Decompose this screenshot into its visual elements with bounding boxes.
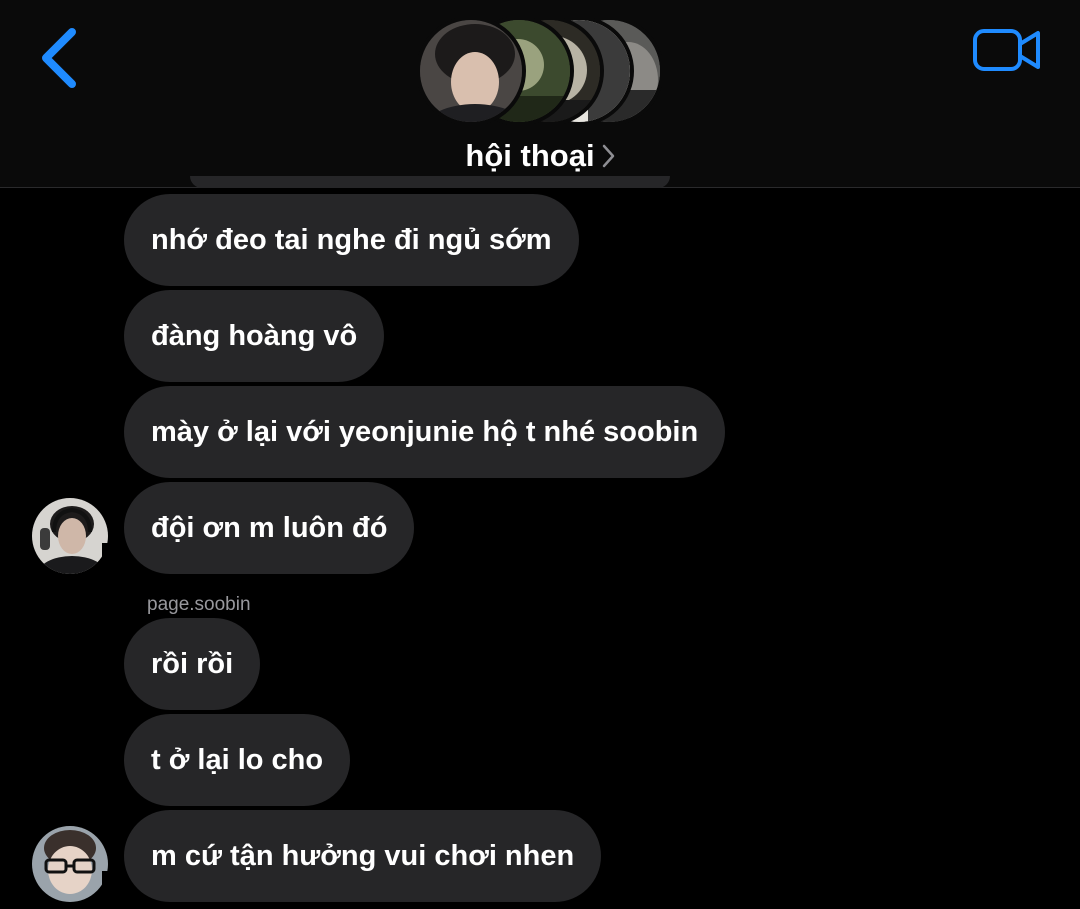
sender-avatar[interactable] bbox=[32, 826, 108, 902]
message-text: rồi rồi bbox=[151, 648, 234, 680]
avatar-photo bbox=[32, 498, 108, 574]
chat-screen: hội thoại nhớ đeo tai nghe đi ngủ sớm đà… bbox=[0, 0, 1080, 909]
message-text: đàng hoàng vô bbox=[151, 320, 358, 352]
group-title-button[interactable]: hội thoại bbox=[0, 138, 1080, 174]
group-title-text: hội thoại bbox=[465, 138, 595, 173]
back-button[interactable] bbox=[36, 26, 86, 90]
group-member-avatar bbox=[416, 16, 526, 126]
video-call-button[interactable] bbox=[972, 26, 1042, 74]
avatar-photo bbox=[32, 826, 108, 902]
previous-message-bubble bbox=[190, 176, 670, 188]
chevron-left-icon bbox=[42, 28, 76, 88]
sender-avatar[interactable] bbox=[32, 498, 108, 574]
video-camera-icon bbox=[973, 29, 1040, 71]
chevron-right-icon bbox=[602, 144, 614, 168]
message-bubble[interactable]: rồi rồi bbox=[124, 618, 261, 710]
message-bubble[interactable]: m cứ tận hưởng vui chơi nhen bbox=[101, 810, 602, 903]
message-bubble[interactable]: đàng hoàng vô bbox=[124, 290, 385, 382]
message-text: t ở lại lo cho bbox=[151, 744, 324, 776]
message-bubble[interactable]: mày ở lại với yeonjunie hộ t nhé soobin bbox=[124, 386, 726, 478]
sender-name-label: page.soobin bbox=[147, 594, 251, 615]
message-bubble[interactable]: t ở lại lo cho bbox=[124, 714, 351, 806]
message-text: đội ơn m luôn đó bbox=[151, 512, 388, 544]
chat-header: hội thoại bbox=[0, 0, 1080, 188]
group-avatar-stack[interactable] bbox=[416, 16, 666, 131]
message-bubble[interactable]: nhớ đeo tai nghe đi ngủ sớm bbox=[124, 194, 579, 286]
message-bubble[interactable]: đội ơn m luôn đó bbox=[101, 482, 415, 575]
message-text: m cứ tận hưởng vui chơi nhen bbox=[151, 840, 575, 872]
message-text: nhớ đeo tai nghe đi ngủ sớm bbox=[151, 224, 552, 256]
message-text: mày ở lại với yeonjunie hộ t nhé soobin bbox=[151, 416, 699, 448]
